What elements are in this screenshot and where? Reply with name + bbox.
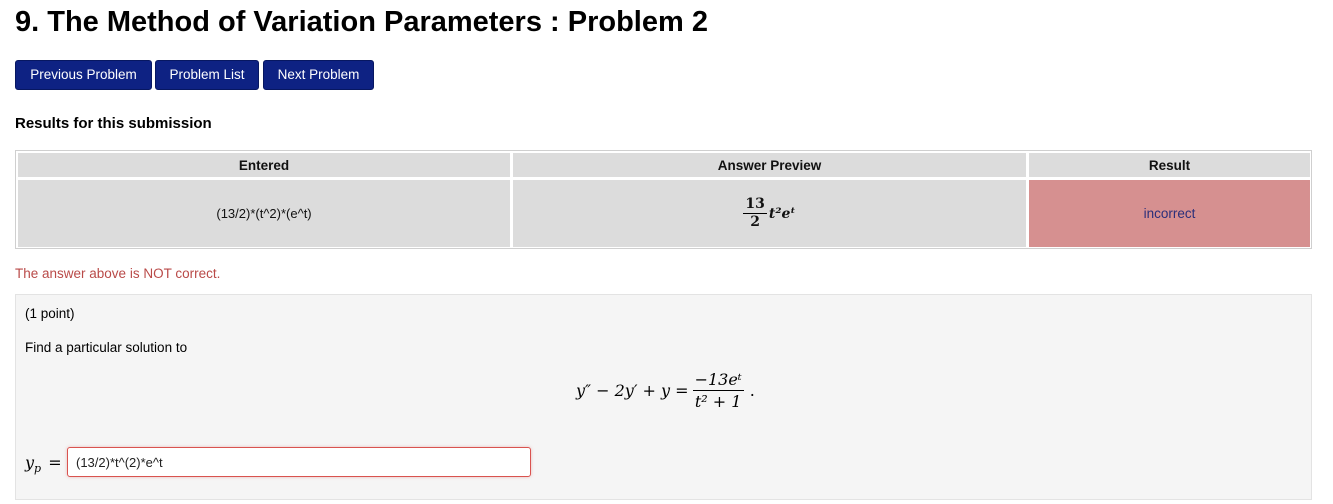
next-problem-button[interactable]: Next Problem [263, 60, 374, 90]
problem-prompt: Find a particular solution to [25, 340, 188, 355]
answer-input[interactable] [67, 447, 531, 477]
column-header-entered: Entered [18, 153, 510, 177]
equation-period: . [749, 381, 755, 400]
entered-answer-cell: (13/2)*(t^2)*(e^t) [18, 180, 510, 247]
problem-body: (1 point) Find a particular solution to … [15, 294, 1312, 500]
equation-lhs: y″ − 2y′ + y = [576, 381, 689, 400]
result-status-cell: incorrect [1029, 180, 1310, 247]
preview-numerator: 13 [743, 196, 767, 214]
results-table: Entered Answer Preview Result (13/2)*(t^… [15, 150, 1312, 249]
preview-denominator: 2 [750, 214, 761, 230]
answer-preview-math: 13 2 t²eᵗ [743, 196, 796, 230]
problem-list-button[interactable]: Problem List [155, 60, 259, 90]
results-heading: Results for this submission [15, 115, 212, 132]
preview-fraction: 13 2 [743, 196, 767, 230]
page-title: 9. The Method of Variation Parameters : … [15, 6, 708, 38]
equation-denominator: t² + 1 [694, 392, 742, 411]
problem-points: (1 point) [25, 306, 75, 321]
equation-numerator: −13eᵗ [692, 370, 744, 391]
answer-preview-cell: 13 2 t²eᵗ [513, 180, 1026, 247]
column-header-answer-preview: Answer Preview [513, 153, 1026, 177]
differential-equation: y″ − 2y′ + y = −13eᵗ t² + 1 . [576, 370, 755, 411]
equation-rhs-fraction: −13eᵗ t² + 1 [692, 370, 744, 411]
answer-label-equals: = [48, 453, 62, 472]
answer-label-sub: p [34, 462, 42, 476]
preview-expression: t²eᵗ [768, 205, 796, 222]
feedback-message: The answer above is NOT correct. [15, 266, 221, 281]
column-header-result: Result [1029, 153, 1310, 177]
answer-label-var: y [25, 453, 35, 472]
answer-label: yp = [25, 453, 62, 475]
previous-problem-button[interactable]: Previous Problem [15, 60, 152, 90]
